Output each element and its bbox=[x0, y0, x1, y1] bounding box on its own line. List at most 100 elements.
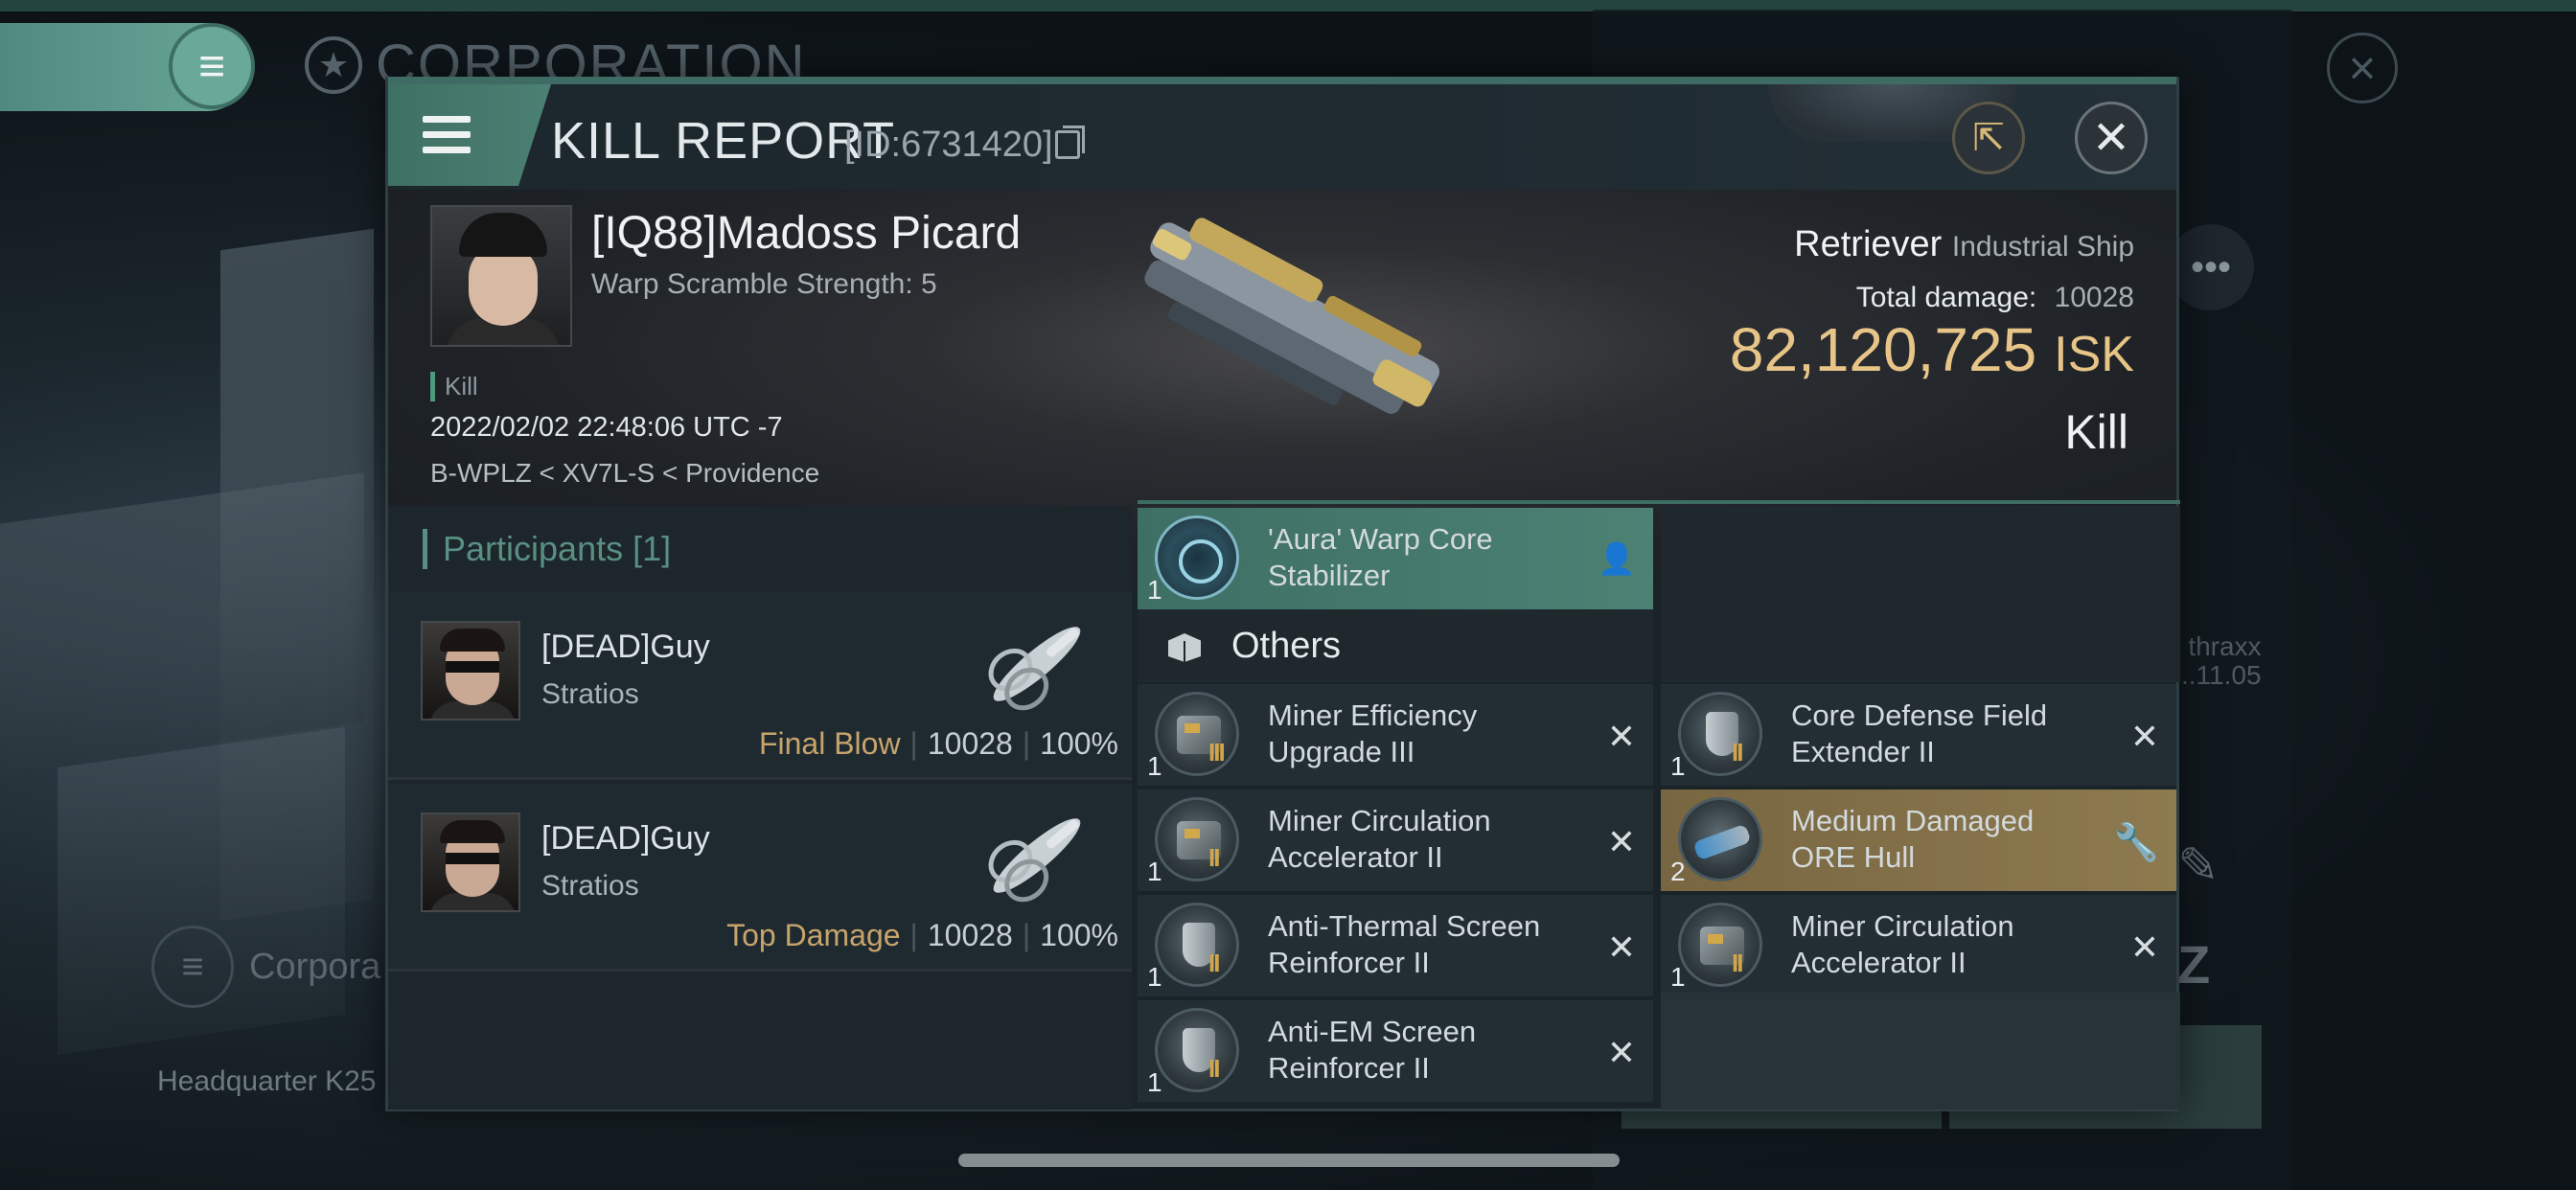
item-miner-circulation-accelerator[interactable]: II 1 Miner Circulation Accelerator II ✕ bbox=[1138, 790, 1653, 891]
participant-stats: Top Damage | 10028 | 100% bbox=[726, 918, 1118, 952]
module-icon bbox=[1155, 692, 1239, 776]
warp-scramble-strength: Warp Scramble Strength: 5 bbox=[591, 268, 937, 300]
participant-role: Final Blow bbox=[758, 726, 901, 761]
kill-location[interactable]: B-WPLZ < XV7L-S < Providence bbox=[430, 458, 819, 489]
item-tier: II bbox=[1732, 738, 1744, 767]
participant-row[interactable]: [DEAD]Guy Stratios Final Blow | 10028 | 100% bbox=[388, 592, 1132, 780]
total-damage-label: Total damage: bbox=[1855, 282, 2037, 313]
items-empty-slot bbox=[1661, 993, 2180, 1110]
remove-icon[interactable]: ✕ bbox=[2130, 927, 2159, 968]
kill-report-id: [ID:6731420] bbox=[844, 125, 1053, 165]
remove-icon[interactable]: ✕ bbox=[1607, 822, 1636, 862]
shield-icon bbox=[1155, 903, 1239, 987]
cube-icon bbox=[1164, 626, 1205, 666]
isk-value: 82,120,725 ISK bbox=[1730, 314, 2134, 385]
item-medium-damaged-ore-hull[interactable]: 2 Medium Damaged ORE Hull 🔧 bbox=[1661, 790, 2176, 891]
menu-button[interactable] bbox=[388, 84, 551, 186]
thraxx-date: ..11.05 bbox=[2181, 660, 2262, 690]
home-indicator[interactable] bbox=[958, 1154, 1620, 1167]
participant-ship: Stratios bbox=[541, 870, 639, 902]
thraxx-name: thraxx bbox=[2188, 631, 2262, 661]
victim-name[interactable]: [IQ88]Madoss Picard bbox=[591, 207, 1021, 260]
hull-icon bbox=[1678, 797, 1762, 881]
shield-icon bbox=[1678, 692, 1762, 776]
remove-icon[interactable]: ✕ bbox=[2130, 717, 2159, 757]
item-quantity: 1 bbox=[1147, 1067, 1162, 1097]
participant-damage: 10028 bbox=[927, 726, 1013, 761]
others-section-header: Others bbox=[1138, 609, 1653, 682]
corpo-row[interactable]: ≡ Corpora bbox=[151, 924, 391, 1010]
item-quantity: 1 bbox=[1147, 857, 1162, 886]
others-label: Others bbox=[1231, 625, 1342, 666]
participant-damage: 10028 bbox=[927, 918, 1013, 952]
export-icon[interactable]: ⇱ bbox=[1952, 102, 2025, 174]
participants-accent-bar bbox=[423, 529, 427, 569]
hq-label: Headquarter K25 bbox=[157, 1065, 377, 1097]
ship-name[interactable]: Retriever Industrial Ship bbox=[1794, 224, 2134, 265]
item-anti-em-reinforcer[interactable]: II 1 Anti-EM Screen Reinforcer II ✕ bbox=[1138, 1000, 1653, 1102]
victim-avatar[interactable] bbox=[430, 205, 572, 347]
participants-title: Participants [1] bbox=[443, 529, 672, 568]
item-quantity: 1 bbox=[1670, 751, 1686, 781]
menu-icon bbox=[423, 116, 471, 154]
modal-header: KILL REPORT [ID:6731420] ⇱ ✕ bbox=[388, 84, 2176, 190]
warp-core-stabilizer-icon bbox=[1155, 515, 1239, 600]
corp-star-icon: ★ bbox=[305, 36, 362, 94]
item-name: Anti-EM Screen Reinforcer II bbox=[1268, 1015, 1477, 1085]
participant-percent: 100% bbox=[1040, 918, 1118, 952]
remove-icon[interactable]: ✕ bbox=[1607, 717, 1636, 757]
background-close-icon[interactable]: × bbox=[2327, 33, 2398, 103]
module-icon bbox=[1155, 797, 1239, 881]
kill-tag: Kill bbox=[430, 372, 478, 401]
total-damage: Total damage: 10028 bbox=[1856, 282, 2134, 314]
item-name: Medium Damaged ORE Hull bbox=[1791, 804, 2035, 874]
remove-icon[interactable]: ✕ bbox=[1607, 927, 1636, 968]
item-core-defense-field-extender[interactable]: II 1 Core Defense Field Extender II ✕ bbox=[1661, 684, 2176, 786]
stratios-ship-image bbox=[988, 818, 1081, 903]
participant-stats: Final Blow | 10028 | 100% bbox=[758, 726, 1118, 761]
item-anti-thermal-reinforcer[interactable]: II 1 Anti-Thermal Screen Reinforcer II ✕ bbox=[1138, 895, 1653, 996]
item-quantity: 1 bbox=[1147, 962, 1162, 992]
more-options-icon[interactable]: ••• bbox=[2168, 224, 2254, 310]
isk-amount: 82,120,725 bbox=[1729, 315, 2037, 384]
participants-panel: Participants [1] [DEAD]Guy Stratios Fina… bbox=[388, 506, 1132, 1110]
ship-class: Industrial Ship bbox=[1951, 231, 2134, 263]
corpo-menu-icon: ≡ bbox=[151, 926, 234, 1008]
remove-icon[interactable]: ✕ bbox=[1607, 1033, 1636, 1073]
item-name: Anti-Thermal Screen Reinforcer II bbox=[1268, 909, 1541, 979]
kill-report-modal: KILL REPORT [ID:6731420] ⇱ ✕ [IQ88]Mados… bbox=[385, 77, 2180, 1111]
item-name: Miner Circulation Accelerator II bbox=[1791, 909, 2014, 979]
stratios-ship-image bbox=[988, 627, 1081, 711]
participant-row[interactable]: [DEAD]Guy Stratios Top Damage | 10028 | 100% bbox=[388, 784, 1132, 972]
participants-header[interactable]: Participants [1] bbox=[388, 506, 1132, 592]
participant-avatar bbox=[421, 621, 520, 721]
item-name: Miner Circulation Accelerator II bbox=[1268, 804, 1491, 874]
item-quantity: 1 bbox=[1147, 751, 1162, 781]
person-icon[interactable]: 👤 bbox=[1598, 540, 1636, 577]
isk-unit: ISK bbox=[2054, 327, 2134, 382]
item-warp-core-stabilizer[interactable]: 1 'Aura' Warp Core Stabilizer 👤 bbox=[1138, 508, 1653, 609]
total-damage-value: 10028 bbox=[2054, 282, 2134, 313]
item-tier: II bbox=[1732, 949, 1744, 977]
item-quantity: 1 bbox=[1670, 962, 1686, 992]
item-name: Core Defense Field Extender II bbox=[1791, 698, 2048, 768]
item-quantity: 2 bbox=[1670, 857, 1686, 886]
participant-role: Top Damage bbox=[726, 918, 901, 952]
item-miner-efficiency-upgrade[interactable]: III 1 Miner Efficiency Upgrade III ✕ bbox=[1138, 684, 1653, 786]
corp-menu-button[interactable]: ≡ bbox=[169, 23, 255, 109]
participant-avatar bbox=[421, 812, 520, 912]
item-miner-circulation-accelerator-2[interactable]: II 1 Miner Circulation Accelerator II ✕ bbox=[1661, 895, 2176, 996]
corpo-label: Corpora bbox=[249, 946, 381, 987]
item-name: Miner Efficiency Upgrade III bbox=[1268, 698, 1478, 768]
item-tier: III bbox=[1208, 738, 1226, 767]
participant-ship: Stratios bbox=[541, 678, 639, 710]
sleep-settings-icon[interactable]: Z bbox=[2177, 933, 2210, 995]
shield-icon bbox=[1155, 1008, 1239, 1092]
edit-icon[interactable]: ✎ bbox=[2177, 837, 2220, 895]
item-quantity: 1 bbox=[1147, 575, 1162, 605]
copy-icon[interactable] bbox=[1055, 126, 1085, 159]
item-name: 'Aura' Warp Core Stabilizer bbox=[1268, 522, 1493, 592]
wrench-icon[interactable]: 🔧 bbox=[2114, 822, 2159, 864]
thraxx-entry: thraxx ..11.05 bbox=[2181, 632, 2262, 690]
close-icon[interactable]: ✕ bbox=[2075, 102, 2148, 174]
